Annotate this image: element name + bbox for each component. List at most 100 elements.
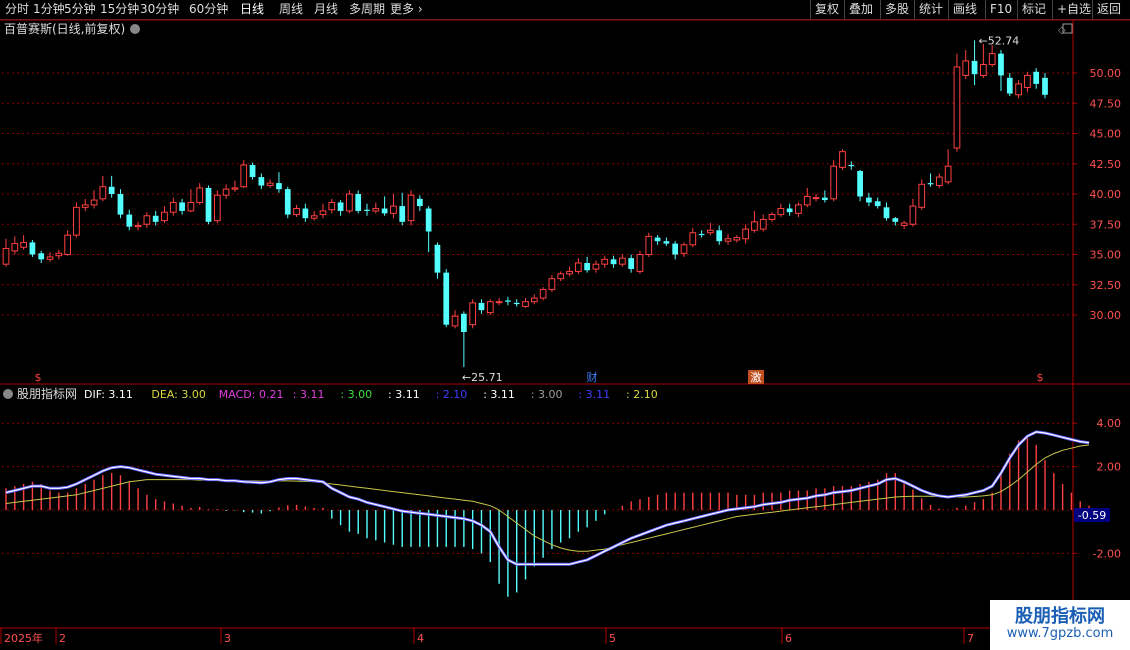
candle-down	[205, 187, 212, 222]
legend-entry: DEA: 3.00	[151, 388, 205, 401]
price-tick-label: 37.50	[1090, 218, 1122, 231]
current-value: -0.59	[1078, 509, 1106, 522]
candle-up	[742, 228, 749, 240]
x-axis-label: 6	[785, 632, 792, 645]
candle-up	[469, 302, 477, 326]
candle-up	[795, 204, 802, 214]
high-annotation: ←52.74	[979, 34, 1020, 47]
macd-tick-label: -2.00	[1093, 547, 1121, 560]
dropdown-icon	[130, 24, 140, 34]
legend-entry: : 3.11	[483, 388, 515, 401]
candle-up	[944, 165, 952, 183]
candle-down	[38, 253, 45, 260]
candle-up	[46, 256, 54, 260]
candle-down	[584, 262, 590, 271]
event-marker: $	[1037, 371, 1044, 384]
candle-up	[81, 204, 89, 208]
watermark: 股朋指标网 www.7gpzb.com	[990, 600, 1130, 650]
candle-up	[777, 208, 785, 216]
candle-down	[628, 258, 635, 270]
candle-up	[20, 241, 27, 248]
candle-up	[64, 234, 71, 255]
candle-down	[1033, 71, 1040, 84]
candle-up	[187, 201, 195, 212]
candle-down	[302, 208, 309, 219]
candle-up	[557, 273, 565, 280]
price-tick-label: 42.50	[1090, 158, 1122, 171]
candle-up	[143, 215, 151, 225]
event-marker: $	[35, 371, 42, 384]
candle-down	[857, 171, 863, 197]
candle-down	[425, 208, 432, 232]
candle-down	[505, 300, 511, 302]
candle-up	[803, 195, 811, 206]
candle-down	[1006, 77, 1013, 94]
price-tick-label: 40.00	[1090, 188, 1122, 201]
candle-up	[346, 193, 353, 212]
candle-up	[751, 221, 758, 231]
watermark-title: 股朋指标网	[1015, 606, 1105, 627]
candle-up	[574, 262, 582, 272]
candle-up	[495, 301, 503, 304]
candle-up	[918, 183, 926, 208]
candle-up	[266, 182, 274, 187]
candle-down	[513, 302, 520, 305]
candle-down	[883, 207, 890, 219]
candle-down	[716, 230, 723, 242]
legend-entry: : 3.00	[531, 388, 563, 401]
low-annotation: ←25.71	[462, 371, 503, 384]
candle-down	[381, 208, 388, 214]
candle-up	[539, 289, 547, 299]
candle-up	[73, 206, 80, 236]
legend-entry: : 3.11	[293, 388, 325, 401]
legend-entry: : 3.11	[578, 388, 610, 401]
candle-up	[55, 252, 63, 257]
event-marker: 财	[587, 370, 598, 384]
candle-down	[971, 60, 978, 75]
candle-down	[822, 197, 828, 201]
candle-up	[935, 176, 943, 187]
candle-up	[812, 197, 820, 200]
candle-up	[486, 301, 494, 314]
candle-down	[416, 198, 423, 207]
candle-up	[522, 301, 529, 308]
event-marker: 激	[751, 370, 762, 384]
candle-up	[530, 297, 538, 303]
candle-down	[610, 259, 617, 265]
candle-down	[152, 215, 159, 222]
price-tick-label: 50.00	[1090, 67, 1122, 80]
watermark-url: www.7gpzb.com	[1006, 626, 1114, 641]
candle-down	[461, 313, 467, 332]
candle-up	[618, 257, 626, 265]
candle-down	[337, 202, 344, 211]
candle-up	[161, 211, 168, 222]
candle-down	[698, 233, 705, 236]
legend-entry: MACD: 0.21	[219, 388, 284, 401]
price-tick-label: 45.00	[1090, 128, 1122, 141]
legend-entry: : 2.10	[436, 388, 468, 401]
candle-up	[328, 201, 336, 211]
candle-up	[680, 244, 688, 254]
candle-down	[179, 202, 185, 211]
candle-up	[169, 201, 177, 213]
candle-up	[592, 263, 600, 270]
candle-up	[759, 218, 767, 230]
candle-down	[364, 209, 370, 211]
candle-up	[310, 215, 318, 219]
candle-up	[240, 164, 248, 188]
candle-up	[566, 270, 573, 275]
candle-up	[293, 208, 300, 216]
candle-down	[29, 242, 36, 255]
candle-up	[689, 232, 697, 246]
candle-up	[451, 315, 459, 327]
candle-down	[663, 241, 670, 244]
candle-up	[645, 235, 653, 256]
candle-up	[1015, 83, 1022, 96]
legend-entry: : 2.10	[626, 388, 658, 401]
candle-up	[636, 254, 644, 272]
price-tick-label: 35.00	[1090, 249, 1122, 262]
x-axis-label: 4	[417, 632, 424, 645]
stock-chart: 30.00 32.50 35.00 37.50 40.00 42.50 45.00 47.50…	[0, 19, 1130, 645]
price-tick-label: 30.00	[1090, 309, 1122, 322]
legend-entry: : 3.00	[340, 388, 372, 401]
